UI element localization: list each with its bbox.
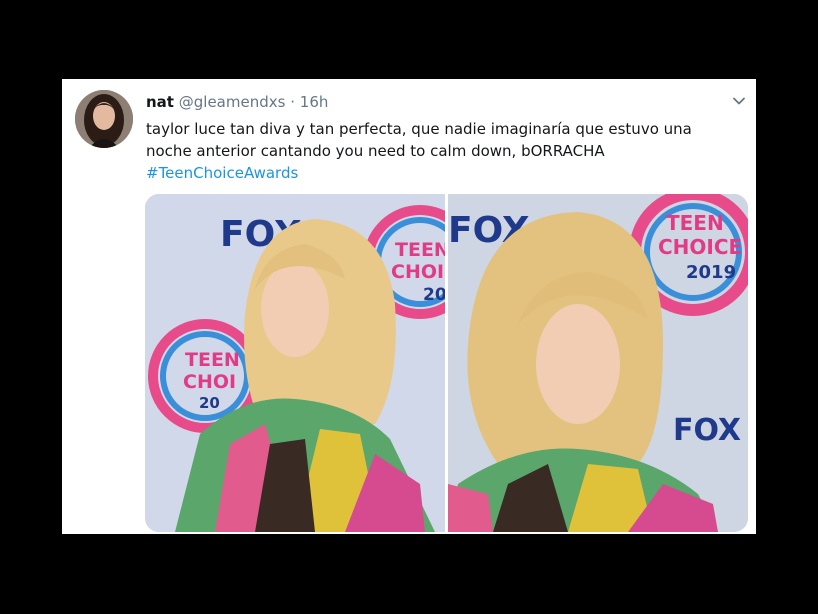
photo-2-image: FOX TEEN CHOICE 2019 FOX <box>448 194 748 532</box>
fox-logo-text-3: FOX <box>673 413 741 448</box>
logo-teen-text-2: TEEN <box>666 211 724 235</box>
display-name[interactable]: nat <box>146 93 174 111</box>
avatar[interactable] <box>75 90 133 148</box>
logo2-teen-text: TEEN <box>185 349 240 371</box>
photo-1-image: FOX TEEN CHOICE 2019 TEEN CHOI 20 <box>145 194 445 532</box>
logo2-year-text: 20 <box>199 394 220 412</box>
timestamp[interactable]: 16h <box>300 93 329 111</box>
tweet-header: nat @gleamendxs · 16h <box>146 92 328 112</box>
tweet-body: taylor luce tan diva y tan perfecta, que… <box>146 120 692 160</box>
logo-teen-text: TEEN <box>395 239 445 261</box>
photo-2[interactable]: FOX TEEN CHOICE 2019 FOX <box>448 194 748 532</box>
hashtag-link[interactable]: #TeenChoiceAwards <box>146 164 298 182</box>
tweet-card[interactable]: nat @gleamendxs · 16h taylor luce tan di… <box>62 79 756 534</box>
logo-choice-text: CHOICE <box>391 261 445 283</box>
logo2-choice-text: CHOI <box>183 371 236 393</box>
user-handle[interactable]: @gleamendxs <box>179 93 286 111</box>
avatar-photo-icon <box>75 90 133 148</box>
separator-dot: · <box>290 93 295 111</box>
logo-year-text-2: 2019 <box>686 262 736 283</box>
chevron-down-icon[interactable] <box>731 93 747 109</box>
tweet-text: taylor luce tan diva y tan perfecta, que… <box>146 118 736 184</box>
photo-1[interactable]: FOX TEEN CHOICE 2019 TEEN CHOI 20 <box>145 194 445 532</box>
logo-choice-text-2: CHOICE <box>658 235 742 259</box>
tweet-media: FOX TEEN CHOICE 2019 TEEN CHOI 20 <box>145 194 748 532</box>
logo-year-text: 2019 <box>423 285 445 305</box>
